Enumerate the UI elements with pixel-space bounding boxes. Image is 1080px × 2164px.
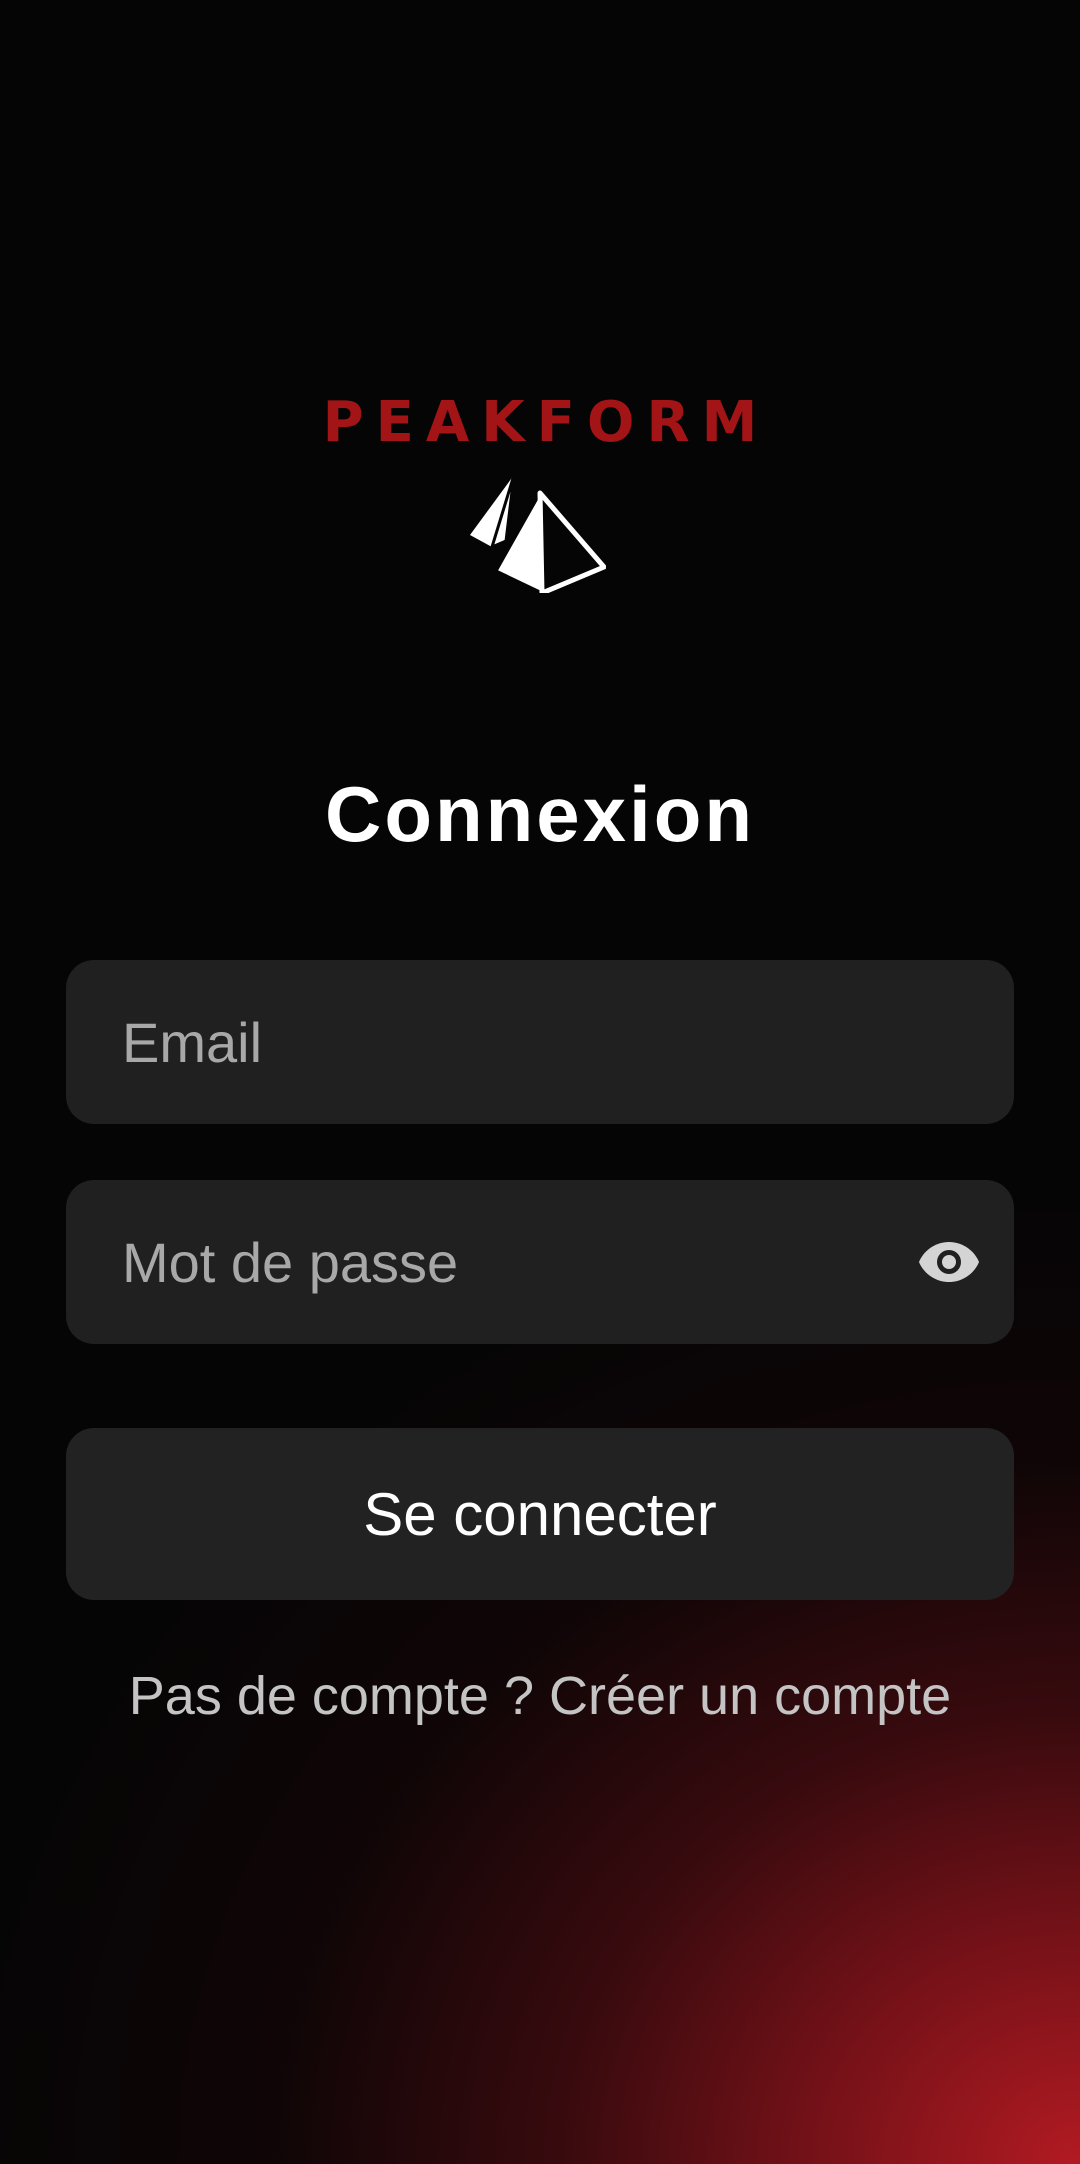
- toggle-password-visibility-button[interactable]: [918, 1232, 980, 1292]
- twin-pyramids-icon: [470, 475, 606, 593]
- brand-wordmark: PEAKFORM: [322, 390, 770, 455]
- password-field[interactable]: [66, 1180, 1014, 1344]
- page-title: Connexion: [325, 770, 755, 858]
- create-account-link[interactable]: Créer un compte: [549, 1666, 951, 1726]
- email-input[interactable]: [122, 960, 902, 1124]
- password-input[interactable]: [122, 1180, 902, 1344]
- login-screen: PEAKFORM Connexion Se connecter Pas de c…: [0, 0, 1080, 2164]
- email-field[interactable]: [66, 960, 1014, 1124]
- login-button[interactable]: Se connecter: [66, 1428, 1014, 1600]
- signup-prompt-row: Pas de compte ? Créer un compte: [0, 1664, 1080, 1729]
- brand-logo: PEAKFORM: [0, 390, 1080, 593]
- eye-icon: [919, 1242, 979, 1282]
- signup-prompt-text: Pas de compte ?: [128, 1666, 535, 1726]
